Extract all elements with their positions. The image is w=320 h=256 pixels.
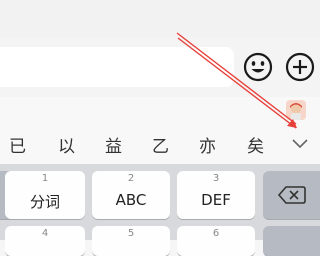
annotation-arrow — [176, 32, 297, 129]
